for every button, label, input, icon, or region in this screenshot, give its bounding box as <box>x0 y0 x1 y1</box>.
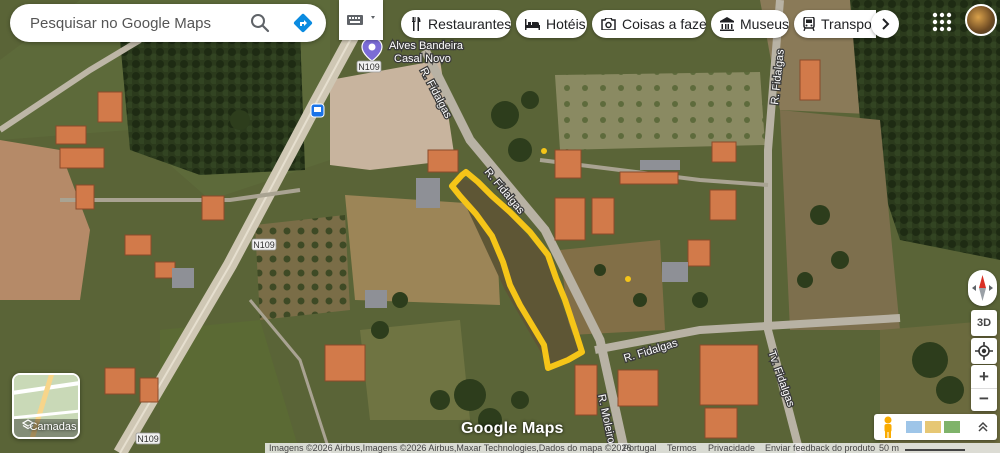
chip-museums[interactable]: Museus <box>711 10 789 38</box>
keyboard-icon <box>347 15 375 25</box>
street-view-strip <box>874 414 997 440</box>
chip-label: Coisas a fazer <box>622 16 706 32</box>
search-input[interactable] <box>30 4 230 42</box>
keyboard-button[interactable] <box>339 0 383 40</box>
chip-label: Hotéis <box>546 16 586 32</box>
place-label[interactable]: Casal Novo <box>393 52 452 67</box>
chevron-up-icon[interactable] <box>976 420 990 434</box>
camera-icon <box>601 18 616 30</box>
chip-hotels[interactable]: Hotéis <box>516 10 587 38</box>
chip-transport[interactable]: Transport <box>794 10 876 38</box>
search-box <box>10 4 326 42</box>
directions-icon[interactable] <box>292 12 314 34</box>
bus-stop-icon[interactable] <box>310 103 325 118</box>
compass-icon <box>972 275 993 301</box>
road-shield-n109: N109 <box>135 432 161 445</box>
chip-restaurants[interactable]: Restaurantes <box>401 10 511 38</box>
country-link[interactable]: Portugal <box>623 443 657 453</box>
compass-button[interactable] <box>968 270 997 306</box>
zoom-controls: + − <box>971 365 997 411</box>
marker-dot <box>625 276 631 282</box>
chips-scroll-right-button[interactable] <box>871 10 899 38</box>
dense-forest <box>120 30 305 175</box>
svg-text:N109: N109 <box>358 62 380 72</box>
my-location-button[interactable] <box>971 338 997 364</box>
chip-label: Transport <box>821 16 876 32</box>
imagery-attribution: Imagens ©2026 Airbus,Imagens ©2026 Airbu… <box>269 443 632 453</box>
my-location-icon <box>975 342 993 360</box>
chip-label: Restaurantes <box>428 16 511 32</box>
apps-grid-icon[interactable] <box>928 8 956 36</box>
imagery-thumbnail[interactable] <box>944 421 960 433</box>
search-icon[interactable] <box>250 13 270 33</box>
chip-things-to-do[interactable]: Coisas a fazer <box>592 10 706 38</box>
olive-grove <box>555 72 765 150</box>
satellite-map[interactable]: Alves Bandeira Casal Novo N109 N109 N109… <box>0 0 1000 453</box>
bed-icon <box>525 18 540 30</box>
chevron-right-icon <box>882 18 890 30</box>
layers-label: Camadas <box>29 421 77 433</box>
privacy-link[interactable]: Privacidade <box>708 443 755 453</box>
marker-dot <box>541 148 547 154</box>
zoom-in-button[interactable]: + <box>971 365 997 389</box>
svg-text:N109: N109 <box>137 434 159 444</box>
scale-label: 50 m <box>879 443 900 453</box>
google-maps-watermark: Google Maps <box>461 420 564 437</box>
scale-bar <box>905 449 965 451</box>
field <box>780 110 900 330</box>
zoom-out-button[interactable]: − <box>971 389 997 411</box>
vineyard <box>255 215 350 320</box>
imagery-thumbnail[interactable] <box>906 421 922 433</box>
pegman-icon[interactable] <box>878 415 898 439</box>
terms-link[interactable]: Termos <box>667 443 697 453</box>
imagery-thumbnail[interactable] <box>925 421 941 433</box>
3d-toggle-button[interactable]: 3D <box>971 310 997 336</box>
account-avatar[interactable] <box>965 4 997 36</box>
transit-icon <box>803 17 815 31</box>
svg-text:N109: N109 <box>253 240 275 250</box>
road-shield-n109: N109 <box>356 60 382 73</box>
road-shield-n109: N109 <box>251 238 277 251</box>
museum-icon <box>720 17 734 31</box>
attribution-footer: Imagens ©2026 Airbus,Imagens ©2026 Airbu… <box>265 443 1000 453</box>
place-label[interactable]: Alves Bandeira <box>388 39 465 54</box>
layers-button[interactable]: Camadas <box>12 373 80 439</box>
feedback-link[interactable]: Enviar feedback do produto <box>765 443 875 453</box>
fork-knife-icon <box>412 17 421 31</box>
chip-label: Museus <box>740 16 789 32</box>
